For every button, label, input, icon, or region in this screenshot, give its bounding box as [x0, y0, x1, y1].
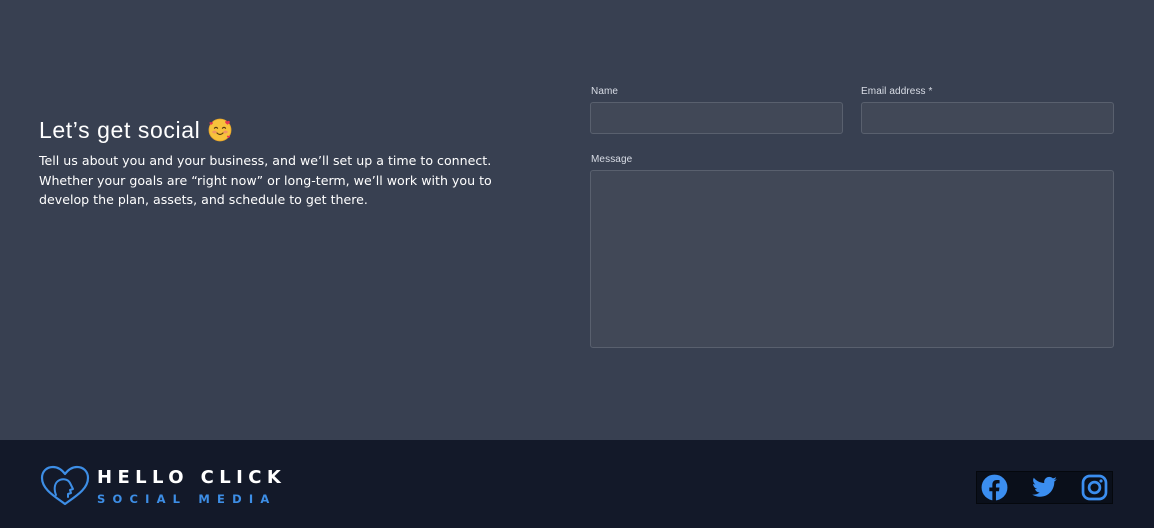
section-heading: Let’s get social: [39, 114, 539, 146]
logo-title: HELLO CLICK: [97, 467, 287, 488]
instagram-link[interactable]: [1080, 473, 1109, 502]
name-input[interactable]: [590, 102, 843, 134]
heading-text: Let’s get social: [39, 117, 201, 143]
intro-paragraph: Tell us about you and your business, and…: [39, 153, 492, 207]
smiling-face-with-hearts-icon: [208, 118, 232, 142]
contact-section: Let’s get social Tell us about you and y…: [0, 0, 1154, 440]
facebook-link[interactable]: [980, 473, 1009, 502]
email-label: Email address *: [861, 86, 933, 97]
facebook-icon: [981, 474, 1008, 501]
intro-block: Let’s get social Tell us about you and y…: [39, 114, 539, 210]
name-label: Name: [591, 86, 619, 97]
twitter-icon: [1032, 476, 1057, 497]
twitter-link[interactable]: [1030, 473, 1059, 502]
logo-subtitle: SOCIAL MEDIA: [97, 492, 277, 506]
instagram-icon: [1081, 474, 1108, 501]
message-textarea[interactable]: [590, 170, 1114, 348]
email-input[interactable]: [861, 102, 1114, 134]
brand-logo[interactable]: HELLO CLICK SOCIAL MEDIA: [40, 465, 300, 509]
heart-head-icon: [40, 465, 90, 511]
social-links: [976, 471, 1113, 504]
message-label: Message: [591, 154, 633, 165]
